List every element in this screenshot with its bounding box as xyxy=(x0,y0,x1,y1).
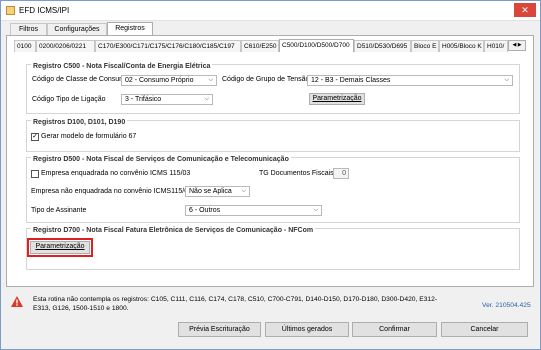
status-message: Esta rotina não contempla os registros: … xyxy=(33,296,438,312)
subtab-bloco-e[interactable]: Bloco E xyxy=(411,40,439,52)
chevron-down-icon: ⌵ xyxy=(313,207,318,213)
chevron-down-icon: ⌵ xyxy=(241,188,246,194)
cancelar-button[interactable]: Cancelar xyxy=(441,322,528,337)
group-c500-title: Registro C500 - Nota Fiscal/Conta de Ene… xyxy=(31,63,213,70)
tipo-ligacao-value: 3 - Trifásico xyxy=(125,96,162,103)
tab-filtros[interactable]: Filtros xyxy=(10,23,47,35)
nao-enquadrada-value: Não se Aplica xyxy=(189,188,232,195)
subtab-h010[interactable]: H010/ xyxy=(484,40,508,52)
subtab-0100[interactable]: 0100 xyxy=(14,40,36,52)
subtab-c500[interactable]: C500/D100/D500/D700 xyxy=(279,39,354,52)
classe-consumo-value: 02 - Consumo Próprio xyxy=(125,77,194,84)
classe-consumo-select[interactable]: 02 - Consumo Próprio ⌵ xyxy=(121,75,217,86)
tipo-ligacao-label: Código Tipo de Ligação xyxy=(32,96,106,103)
nao-enquadrada-label: Empresa não enquadrada no convênio ICMS1… xyxy=(31,188,192,195)
c500-parametrizacao-label: Parametrização xyxy=(312,95,362,102)
subtab-d510[interactable]: D510/D530/D695 xyxy=(354,40,411,52)
classe-consumo-label: Código de Classe de Consumo xyxy=(32,76,129,83)
tipo-assinante-select[interactable]: 6 - Outros ⌵ xyxy=(185,205,322,216)
group-d500-title: Registro D500 - Nota Fiscal de Serviços … xyxy=(31,156,291,163)
subtab-h005[interactable]: H005/Bloco K xyxy=(439,40,484,52)
gerar-modelo-67-checkbox[interactable]: ✓ xyxy=(31,133,39,141)
tg-documentos-input[interactable]: 0 xyxy=(333,168,349,179)
tipo-assinante-label: Tipo de Assinante xyxy=(31,207,87,214)
grupo-tensao-label: Código de Grupo de Tensão xyxy=(222,76,310,83)
gerar-modelo-67-label: Gerar modelo de formulário 67 xyxy=(41,133,137,140)
close-button[interactable]: ✕ xyxy=(514,3,536,17)
tab-configuracoes[interactable]: Configurações xyxy=(47,23,107,35)
grupo-tensao-select[interactable]: 12 - B3 - Demais Classes ⌵ xyxy=(307,75,513,86)
group-d700: Registro D700 - Nota Fiscal Fatura Eletr… xyxy=(26,227,520,270)
group-d700-title: Registro D700 - Nota Fiscal Fatura Eletr… xyxy=(31,227,316,234)
highlight-box xyxy=(27,238,93,257)
window-title: EFD ICMS/IPI xyxy=(19,6,70,15)
tipo-assinante-value: 6 - Outros xyxy=(189,207,221,214)
title-bar: EFD ICMS/IPI ✕ xyxy=(1,1,540,21)
tg-documentos-label: TG Documentos Fiscais xyxy=(259,170,334,177)
subtab-0200[interactable]: 0200/0206/0221 xyxy=(36,40,95,52)
app-icon xyxy=(6,6,15,15)
convenio-115-checkbox[interactable] xyxy=(31,170,39,178)
warning-icon xyxy=(11,296,23,307)
group-c500: Registro C500 - Nota Fiscal/Conta de Ene… xyxy=(26,63,520,114)
tab-scroll-arrows[interactable]: ◀ ▶ xyxy=(508,40,526,51)
chevron-down-icon: ⌵ xyxy=(504,77,509,83)
subtab-c610[interactable]: C610/E250 xyxy=(241,40,279,52)
chevron-down-icon: ⌵ xyxy=(204,96,209,102)
nao-enquadrada-select[interactable]: Não se Aplica ⌵ xyxy=(185,186,250,197)
c500-parametrizacao-button[interactable]: Parametrização xyxy=(309,93,365,105)
chevron-down-icon: ⌵ xyxy=(208,77,213,83)
tipo-ligacao-select[interactable]: 3 - Trifásico ⌵ xyxy=(121,94,213,105)
version-label: Ver. 210504.425 xyxy=(482,302,531,309)
subtab-c170[interactable]: C170/E300/C171/C175/C176/C180/C185/C197 xyxy=(95,40,241,52)
confirmar-button[interactable]: Confirmar xyxy=(352,322,437,337)
convenio-115-label: Empresa enquadrada no convênio ICMS 115/… xyxy=(41,170,191,177)
ultimos-gerados-button[interactable]: Últimos gerados xyxy=(265,322,349,337)
previa-escrituracao-button[interactable]: Prévia Escrituração xyxy=(178,322,261,337)
group-d100-title: Registros D100, D101, D190 xyxy=(31,119,128,126)
grupo-tensao-value: 12 - B3 - Demais Classes xyxy=(311,77,391,84)
tab-registros[interactable]: Registros xyxy=(107,22,153,36)
